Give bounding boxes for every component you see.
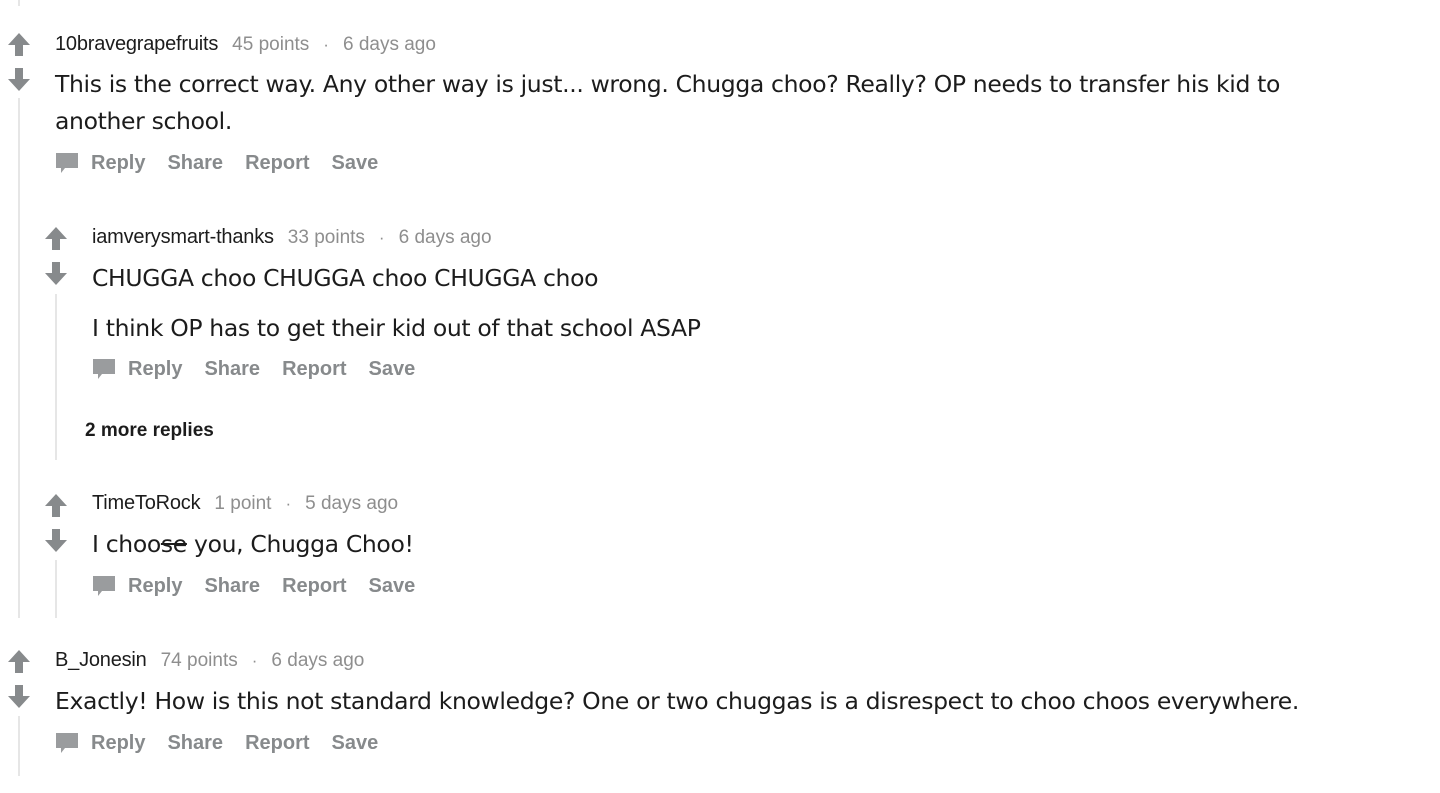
comment-text: you, Chugga Choo! (186, 530, 414, 558)
comment-text-line: This is the correct way. Any other way i… (55, 70, 1281, 98)
comment-author[interactable]: iamverysmart-thanks (92, 226, 274, 249)
thread-line[interactable] (18, 716, 20, 776)
downvote-icon[interactable] (6, 65, 32, 93)
meta-separator: · (251, 651, 258, 670)
chat-bubble-icon (93, 576, 115, 596)
save-button[interactable]: Save (369, 575, 416, 598)
comment-author[interactable]: TimeToRock (92, 492, 201, 515)
comment-meta: TimeToRock 1 point · 5 days ago (92, 492, 398, 515)
share-label: Share (204, 574, 261, 597)
share-label: Share (167, 151, 224, 174)
share-label: Share (204, 357, 261, 380)
comment-body: CHUGGA choo CHUGGA choo CHUGGA choo I th… (92, 260, 1392, 347)
upvote-icon[interactable] (43, 492, 69, 520)
comment-meta: iamverysmart-thanks 33 points · 6 days a… (92, 226, 492, 249)
comment: 10bravegrapefruits 45 points · 6 days ag… (0, 0, 1440, 620)
save-label: Save (368, 574, 416, 597)
report-label: Report (282, 574, 347, 597)
comment-actions: Reply Share Report Save (55, 728, 400, 758)
reply-button[interactable]: Reply (92, 574, 182, 598)
more-replies-link[interactable]: 2 more replies (85, 420, 214, 442)
chat-bubble-icon (93, 359, 115, 379)
meta-separator: · (323, 35, 329, 54)
reply-button[interactable]: Reply (92, 357, 182, 381)
comment-text: I choo (92, 530, 161, 558)
chat-bubble-icon (56, 733, 78, 753)
comment-text-line: CHUGGA choo CHUGGA choo CHUGGA choo (92, 264, 599, 292)
comment-text-line: another school. (55, 107, 232, 135)
report-button[interactable]: Report (282, 575, 346, 598)
comment-timestamp[interactable]: 6 days ago (271, 650, 364, 672)
save-label: Save (368, 357, 416, 380)
comment-timestamp[interactable]: 6 days ago (343, 34, 436, 56)
comment-author[interactable]: 10bravegrapefruits (55, 33, 218, 56)
report-label: Report (245, 151, 310, 174)
comment-actions: Reply Share Report Save (92, 354, 437, 384)
meta-separator: · (378, 228, 385, 247)
comment-body: This is the correct way. Any other way i… (55, 66, 1395, 140)
save-label: Save (331, 731, 379, 754)
comment-timestamp[interactable]: 6 days ago (399, 227, 492, 249)
share-button[interactable]: Share (167, 732, 223, 755)
comment-text-line: Exactly! How is this not standard knowle… (55, 687, 1300, 715)
save-label: Save (331, 151, 379, 174)
comment-actions: Reply Share Report Save (92, 571, 437, 601)
comment-body: Exactly! How is this not standard knowle… (55, 683, 1425, 720)
report-button[interactable]: Report (245, 732, 309, 755)
report-label: Report (245, 731, 310, 754)
reply-button[interactable]: Reply (55, 151, 145, 175)
meta-separator: · (285, 494, 292, 513)
comment-meta: B_Jonesin 74 points · 6 days ago (55, 649, 364, 672)
reply-button[interactable]: Reply (55, 731, 145, 755)
save-button[interactable]: Save (332, 732, 379, 755)
report-label: Report (282, 357, 347, 380)
comment-author[interactable]: B_Jonesin (55, 649, 147, 672)
share-button[interactable]: Share (204, 358, 260, 381)
downvote-icon[interactable] (6, 682, 32, 710)
reply-label: Reply (91, 731, 146, 754)
reply-label: Reply (128, 357, 183, 380)
comment-points: 74 points (160, 650, 238, 671)
comment-timestamp[interactable]: 5 days ago (305, 493, 398, 515)
downvote-icon[interactable] (43, 259, 69, 287)
reply-label: Reply (128, 574, 183, 597)
reply-label: Reply (91, 151, 146, 174)
upvote-icon[interactable] (43, 225, 69, 253)
thread-line[interactable] (18, 98, 20, 618)
strikethrough-text: se (160, 530, 187, 558)
upvote-icon[interactable] (6, 31, 32, 59)
report-button[interactable]: Report (282, 358, 346, 381)
save-button[interactable]: Save (369, 358, 416, 381)
share-label: Share (167, 731, 224, 754)
share-button[interactable]: Share (204, 575, 260, 598)
comment-meta: 10bravegrapefruits 45 points · 6 days ag… (55, 33, 436, 56)
upvote-icon[interactable] (6, 648, 32, 676)
share-button[interactable]: Share (167, 152, 223, 175)
comment-actions: Reply Share Report Save (55, 148, 400, 178)
comment-points: 33 points (287, 227, 365, 248)
comment-thread: 10bravegrapefruits 45 points · 6 days ag… (0, 0, 1440, 793)
comment-text-line: I think OP has to get their kid out of t… (92, 314, 701, 342)
downvote-icon[interactable] (43, 526, 69, 554)
save-button[interactable]: Save (332, 152, 379, 175)
thread-line[interactable] (55, 560, 57, 618)
comment-points: 45 points (232, 34, 310, 55)
chat-bubble-icon (56, 153, 78, 173)
report-button[interactable]: Report (245, 152, 309, 175)
thread-line[interactable] (55, 294, 57, 460)
comment-body: I choose you, Chugga Choo! (92, 526, 1392, 563)
comment-points: 1 point (214, 493, 272, 514)
